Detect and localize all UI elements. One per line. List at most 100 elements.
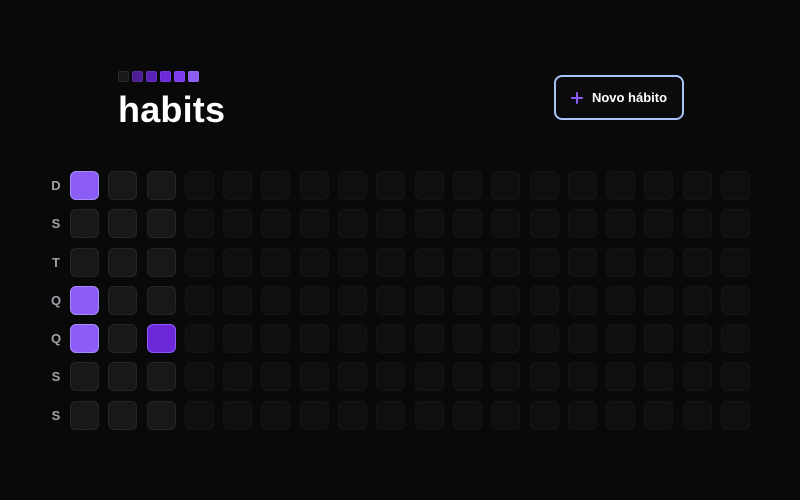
habit-day-cell[interactable]	[184, 209, 214, 239]
habit-day-cell[interactable]	[491, 400, 521, 430]
habit-day-cell[interactable]	[414, 285, 444, 315]
habit-day-cell[interactable]	[606, 247, 636, 277]
habit-day-cell[interactable]	[491, 362, 521, 392]
habit-day-cell[interactable]	[184, 400, 214, 430]
habit-day-cell[interactable]	[261, 171, 291, 200]
habit-day-cell[interactable]	[261, 285, 291, 315]
habit-day-cell[interactable]	[491, 209, 521, 239]
habit-day-cell[interactable]	[644, 362, 674, 392]
habit-day-cell[interactable]	[376, 324, 406, 354]
habit-day-cell[interactable]	[721, 171, 751, 200]
habit-day-cell[interactable]	[414, 400, 444, 430]
habit-day-cell[interactable]	[70, 285, 99, 315]
habit-day-cell[interactable]	[682, 209, 712, 239]
habit-day-cell[interactable]	[146, 209, 176, 239]
habit-day-cell[interactable]	[376, 209, 406, 239]
habit-day-cell[interactable]	[146, 400, 176, 430]
habit-day-cell[interactable]	[452, 362, 482, 392]
habit-day-cell[interactable]	[146, 324, 176, 354]
habit-day-cell[interactable]	[529, 285, 559, 315]
habit-day-cell[interactable]	[452, 209, 482, 239]
habit-day-cell[interactable]	[70, 209, 99, 239]
habit-day-cell[interactable]	[491, 171, 521, 200]
habit-day-cell[interactable]	[108, 171, 138, 200]
habit-day-cell[interactable]	[606, 324, 636, 354]
habit-day-cell[interactable]	[184, 247, 214, 277]
habit-day-cell[interactable]	[261, 400, 291, 430]
habit-day-cell[interactable]	[414, 209, 444, 239]
habit-day-cell[interactable]	[108, 285, 138, 315]
habit-day-cell[interactable]	[567, 362, 597, 392]
habit-day-cell[interactable]	[606, 362, 636, 392]
habit-day-cell[interactable]	[529, 362, 559, 392]
habit-day-cell[interactable]	[682, 285, 712, 315]
habit-day-cell[interactable]	[184, 362, 214, 392]
habit-day-cell[interactable]	[644, 209, 674, 239]
habit-day-cell[interactable]	[567, 209, 597, 239]
habit-day-cell[interactable]	[606, 171, 636, 200]
habit-day-cell[interactable]	[644, 324, 674, 354]
habit-day-cell[interactable]	[606, 285, 636, 315]
habit-day-cell[interactable]	[721, 247, 751, 277]
habit-day-cell[interactable]	[108, 209, 138, 239]
habit-day-cell[interactable]	[223, 171, 253, 200]
habit-day-cell[interactable]	[338, 324, 368, 354]
habit-day-cell[interactable]	[223, 324, 253, 354]
habit-day-cell[interactable]	[491, 285, 521, 315]
habit-day-cell[interactable]	[721, 400, 751, 430]
habit-day-cell[interactable]	[299, 247, 329, 277]
new-habit-button[interactable]: Novo hábito	[554, 75, 684, 120]
habit-day-cell[interactable]	[299, 400, 329, 430]
habit-day-cell[interactable]	[146, 171, 176, 200]
habit-day-cell[interactable]	[108, 362, 138, 392]
habit-day-cell[interactable]	[721, 362, 751, 392]
habit-day-cell[interactable]	[261, 324, 291, 354]
habit-day-cell[interactable]	[338, 171, 368, 200]
habit-day-cell[interactable]	[682, 400, 712, 430]
habit-day-cell[interactable]	[721, 285, 751, 315]
habit-day-cell[interactable]	[644, 400, 674, 430]
habit-day-cell[interactable]	[376, 400, 406, 430]
habit-day-cell[interactable]	[452, 285, 482, 315]
habit-day-cell[interactable]	[682, 171, 712, 200]
habit-day-cell[interactable]	[529, 324, 559, 354]
habit-day-cell[interactable]	[299, 362, 329, 392]
habit-day-cell[interactable]	[491, 247, 521, 277]
habit-day-cell[interactable]	[184, 171, 214, 200]
habit-day-cell[interactable]	[721, 324, 751, 354]
habit-day-cell[interactable]	[108, 247, 138, 277]
habit-day-cell[interactable]	[299, 285, 329, 315]
habit-day-cell[interactable]	[567, 247, 597, 277]
habit-day-cell[interactable]	[376, 285, 406, 315]
habit-day-cell[interactable]	[184, 285, 214, 315]
habit-day-cell[interactable]	[414, 247, 444, 277]
habit-day-cell[interactable]	[721, 209, 751, 239]
habit-day-cell[interactable]	[606, 209, 636, 239]
habit-day-cell[interactable]	[567, 400, 597, 430]
habit-day-cell[interactable]	[223, 362, 253, 392]
habit-day-cell[interactable]	[261, 247, 291, 277]
habit-day-cell[interactable]	[223, 209, 253, 239]
habit-day-cell[interactable]	[682, 362, 712, 392]
habit-day-cell[interactable]	[452, 247, 482, 277]
habit-day-cell[interactable]	[108, 324, 138, 354]
habit-day-cell[interactable]	[223, 247, 253, 277]
habit-day-cell[interactable]	[567, 324, 597, 354]
habit-day-cell[interactable]	[682, 247, 712, 277]
habit-day-cell[interactable]	[261, 362, 291, 392]
habit-day-cell[interactable]	[529, 171, 559, 200]
habit-day-cell[interactable]	[299, 324, 329, 354]
habit-day-cell[interactable]	[338, 285, 368, 315]
habit-day-cell[interactable]	[338, 247, 368, 277]
habit-day-cell[interactable]	[108, 400, 138, 430]
habit-day-cell[interactable]	[452, 324, 482, 354]
habit-day-cell[interactable]	[376, 362, 406, 392]
habit-day-cell[interactable]	[223, 400, 253, 430]
habit-day-cell[interactable]	[146, 247, 176, 277]
habit-day-cell[interactable]	[70, 324, 99, 354]
habit-day-cell[interactable]	[338, 209, 368, 239]
habit-day-cell[interactable]	[491, 324, 521, 354]
habit-day-cell[interactable]	[567, 171, 597, 200]
habit-day-cell[interactable]	[376, 171, 406, 200]
habit-day-cell[interactable]	[529, 247, 559, 277]
